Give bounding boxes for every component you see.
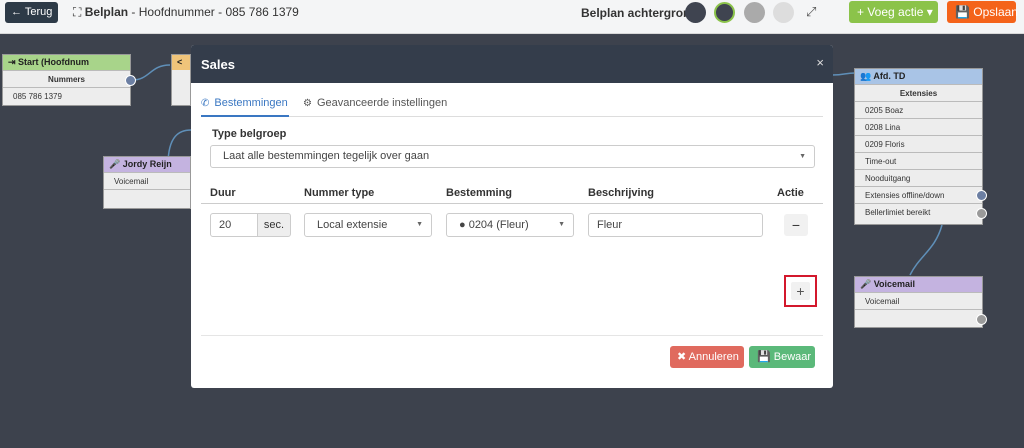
voicemail-node-port[interactable] bbox=[976, 314, 987, 325]
column-header: Bestemming bbox=[446, 187, 513, 199]
afd-node-port[interactable] bbox=[976, 208, 987, 219]
voicemail-node-title: 🎤 Voicemail bbox=[855, 277, 982, 292]
fullscreen-icon[interactable]: ⤢ bbox=[806, 4, 816, 20]
breadcrumb-title: Belplan bbox=[84, 5, 129, 19]
type-belgroep-label: Type belgroep bbox=[212, 128, 287, 140]
back-button[interactable]: ← Terug bbox=[5, 2, 58, 23]
afd-node-row: 0205 Boaz bbox=[855, 101, 982, 118]
start-node-number: 085 786 1379 bbox=[3, 87, 130, 104]
add-action-button[interactable]: + Voeg actie ▾ bbox=[849, 1, 938, 23]
jordy-node-row: Voicemail bbox=[104, 172, 190, 189]
afd-node-header: Extensies bbox=[855, 84, 982, 101]
column-header: Beschrijving bbox=[588, 187, 655, 199]
add-row-highlight: + bbox=[784, 275, 817, 307]
breadcrumb: ⛶ Belplan - Hoofdnummer - 085 786 1379 bbox=[73, 5, 299, 20]
afd-node[interactable]: 👥 Afd. TD Extensies 0205 Boaz 0208 Lina … bbox=[854, 68, 987, 225]
afd-node-row: Extensies offline/down bbox=[855, 186, 982, 203]
caret-down-icon: ▼ bbox=[416, 221, 423, 228]
start-node[interactable]: ⇥ Start (Hoofdnum Nummers 085 786 1379 bbox=[2, 54, 136, 106]
afd-node-row: Nooduitgang bbox=[855, 169, 982, 186]
start-node-title: ⇥ Start (Hoofdnum bbox=[3, 55, 130, 70]
header-divider bbox=[201, 203, 823, 204]
bewaar-button[interactable]: 💾 Bewaar bbox=[749, 346, 815, 368]
column-header: Duur bbox=[210, 187, 236, 199]
duration-unit: sec. bbox=[257, 213, 291, 237]
cancel-button[interactable]: ✖ Annuleren bbox=[670, 346, 744, 368]
type-belgroep-select[interactable]: Laat alle bestemmingen tegelijk over gaa… bbox=[210, 145, 815, 168]
voicemail-node-empty bbox=[855, 309, 982, 326]
tab-label: Bestemmingen bbox=[214, 97, 288, 109]
column-header: Actie bbox=[777, 187, 804, 199]
add-row-button[interactable]: + bbox=[791, 282, 810, 300]
jordy-node-empty bbox=[104, 189, 190, 206]
background-label: Belplan achtergrond bbox=[581, 6, 698, 20]
sitemap-icon: ⛶ bbox=[73, 5, 82, 19]
afd-node-title: 👥 Afd. TD bbox=[855, 69, 982, 84]
voicemail-node-row: Voicemail bbox=[855, 292, 982, 309]
jordy-node[interactable]: 🎤 Jordy Reijn Voicemail bbox=[103, 156, 191, 209]
share-icon: < bbox=[172, 55, 190, 70]
modal-header: Sales × bbox=[191, 45, 833, 83]
top-bar: ← Terug ⛶ Belplan - Hoofdnummer - 085 78… bbox=[0, 0, 1024, 34]
tab-advanced-settings[interactable]: ⚙ Geavanceerde instellingen bbox=[303, 91, 453, 117]
duration-input[interactable]: 20 bbox=[210, 213, 258, 237]
caret-down-icon: ▼ bbox=[799, 153, 806, 160]
swatch-grey[interactable] bbox=[744, 2, 765, 23]
remove-row-button[interactable]: − bbox=[784, 214, 808, 236]
destination-select[interactable]: ● 0204 (Fleur) ▼ bbox=[446, 213, 574, 237]
phone-icon: ✆ bbox=[201, 98, 210, 109]
voicemail-node[interactable]: 🎤 Voicemail Voicemail bbox=[854, 276, 987, 328]
swatch-light[interactable] bbox=[773, 2, 794, 23]
save-button[interactable]: 💾 Opslaan bbox=[947, 1, 1018, 23]
type-belgroep-value: Laat alle bestemmingen tegelijk over gaa… bbox=[223, 150, 430, 162]
afd-node-row: 0208 Lina bbox=[855, 118, 982, 135]
column-header: Nummer type bbox=[304, 187, 375, 199]
start-node-port[interactable] bbox=[125, 75, 136, 86]
description-input[interactable]: Fleur bbox=[588, 213, 763, 237]
start-node-header: Nummers bbox=[3, 70, 130, 87]
afd-node-port[interactable] bbox=[976, 190, 987, 201]
caret-down-icon: ▼ bbox=[558, 221, 565, 228]
modal-title: Sales bbox=[201, 57, 235, 72]
afd-node-row: Time-out bbox=[855, 152, 982, 169]
modal-tabs: ✆ Bestemmingen ⚙ Geavanceerde instellingen bbox=[201, 91, 823, 117]
swatch-dark[interactable] bbox=[685, 2, 706, 23]
sales-modal: Sales × ✆ Bestemmingen ⚙ Geavanceerde inst… bbox=[191, 45, 833, 388]
number-type-select[interactable]: Local extensie ▼ bbox=[304, 213, 432, 237]
footer-divider bbox=[201, 335, 823, 336]
jordy-node-title: 🎤 Jordy Reijn bbox=[104, 157, 190, 172]
gear-icon: ⚙ bbox=[303, 98, 312, 109]
tab-bestemmingen[interactable]: ✆ Bestemmingen bbox=[201, 91, 289, 117]
tab-label: Geavanceerde instellingen bbox=[316, 97, 448, 109]
swatch-selected[interactable] bbox=[714, 2, 735, 23]
number-type-value: Local extensie bbox=[317, 219, 388, 231]
close-icon[interactable]: × bbox=[816, 55, 824, 70]
afd-node-row: Bellerlimiet bereikt bbox=[855, 203, 982, 220]
breadcrumb-subtitle: - Hoofdnummer - 085 786 1379 bbox=[128, 5, 299, 19]
destination-value: ● 0204 (Fleur) bbox=[459, 219, 529, 231]
afd-node-row: 0209 Floris bbox=[855, 135, 982, 152]
share-node-fragment: < bbox=[171, 54, 191, 106]
